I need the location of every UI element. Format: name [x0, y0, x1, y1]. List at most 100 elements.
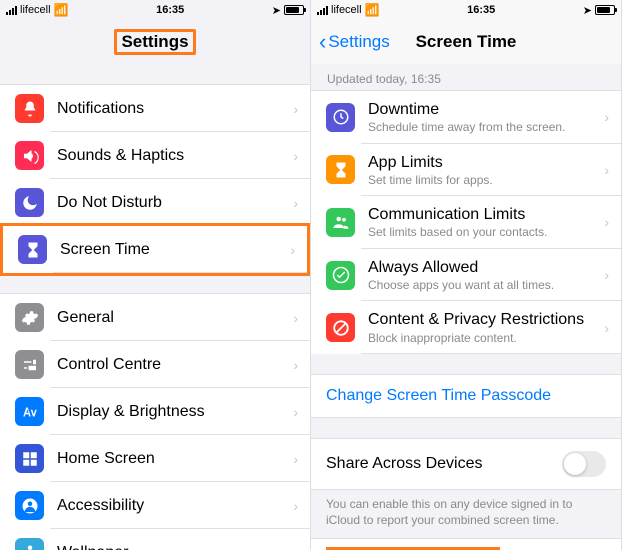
- turn-off-row[interactable]: Turn Off Screen Time: [311, 538, 621, 550]
- carrier-label: lifecell: [20, 4, 51, 16]
- grid-icon: [15, 444, 44, 473]
- chevron-right-icon: ›: [287, 498, 298, 514]
- change-passcode-button[interactable]: Change Screen Time Passcode: [311, 374, 621, 418]
- page-title: Screen Time: [416, 32, 517, 52]
- cell-title: Display & Brightness: [57, 402, 287, 421]
- signal-icon: [6, 6, 17, 15]
- hourglass-icon: [18, 235, 47, 264]
- carrier-label: lifecell: [331, 4, 362, 16]
- status-time: 16:35: [156, 4, 184, 16]
- flower-icon: [15, 538, 44, 550]
- cell-notifications[interactable]: Notifications ›: [0, 85, 310, 132]
- battery-icon: [595, 5, 615, 15]
- chevron-right-icon: ›: [287, 357, 298, 373]
- cell-title: General: [57, 308, 287, 327]
- cell-home-screen[interactable]: Home Screen ›: [0, 435, 310, 482]
- status-bar: lifecell 📶 16:35 ➤: [0, 0, 310, 20]
- cell-screen-time[interactable]: Screen Time ›: [3, 226, 307, 273]
- cell-title: Communication Limits: [368, 205, 598, 224]
- chevron-right-icon: ›: [287, 404, 298, 420]
- chevron-left-icon: ‹: [319, 29, 326, 55]
- cell-subtitle: Choose apps you want at all times.: [368, 278, 598, 292]
- chevron-right-icon: ›: [284, 242, 295, 258]
- check-icon: [326, 261, 355, 290]
- cell-subtitle: Schedule time away from the screen.: [368, 120, 598, 134]
- bell-icon: [15, 94, 44, 123]
- chevron-right-icon: ›: [287, 310, 298, 326]
- chevron-right-icon: ›: [287, 545, 298, 550]
- cell-subtitle: Set time limits for apps.: [368, 173, 598, 187]
- cell-title: Sounds & Haptics: [57, 146, 287, 165]
- nav-bar: Settings: [0, 20, 310, 64]
- battery-icon: [284, 5, 304, 15]
- cell-app-limits[interactable]: App Limits Set time limits for apps. ›: [311, 144, 621, 197]
- wifi-icon: 📶: [365, 3, 380, 17]
- status-time: 16:35: [467, 4, 495, 16]
- cell-title: Do Not Disturb: [57, 193, 287, 212]
- aa-icon: [15, 397, 44, 426]
- screen-time-options: Downtime Schedule time away from the scr…: [311, 90, 621, 354]
- page-title-highlight: Settings: [114, 29, 195, 55]
- wifi-icon: 📶: [54, 3, 69, 17]
- hourglass-icon: [326, 155, 355, 184]
- updated-label: Updated today, 16:35: [311, 64, 621, 90]
- chevron-right-icon: ›: [598, 214, 609, 230]
- cell-communication-limits[interactable]: Communication Limits Set limits based on…: [311, 196, 621, 249]
- nav-bar: ‹ Settings Screen Time: [311, 20, 621, 64]
- settings-group-1: Notifications › Sounds & Haptics › Do No…: [0, 84, 310, 276]
- row-highlight: Screen Time ›: [0, 223, 310, 276]
- cell-title: Notifications: [57, 99, 287, 118]
- clock-icon: [326, 103, 355, 132]
- share-footnote: You can enable this on any device signed…: [311, 490, 621, 538]
- back-button[interactable]: ‹ Settings: [319, 20, 390, 64]
- cell-display-brightness[interactable]: Display & Brightness ›: [0, 388, 310, 435]
- cell-content-privacy-restrictions[interactable]: Content & Privacy Restrictions Block ina…: [311, 301, 621, 354]
- sliders-icon: [15, 350, 44, 379]
- status-bar: lifecell 📶 16:35 ➤: [311, 0, 621, 20]
- cell-title: Content & Privacy Restrictions: [368, 310, 598, 329]
- cell-title: Wallpaper: [57, 543, 287, 550]
- people-icon: [326, 208, 355, 237]
- settings-group-2: General › Control Centre › Display & Bri…: [0, 293, 310, 550]
- cell-title: Home Screen: [57, 449, 287, 468]
- share-label: Share Across Devices: [326, 455, 483, 473]
- cell-subtitle: Block inappropriate content.: [368, 331, 598, 345]
- cell-title: Always Allowed: [368, 258, 598, 277]
- chevron-right-icon: ›: [598, 267, 609, 283]
- person-icon: [15, 491, 44, 520]
- chevron-right-icon: ›: [287, 451, 298, 467]
- moon-icon: [15, 188, 44, 217]
- chevron-right-icon: ›: [598, 109, 609, 125]
- location-icon: ➤: [583, 4, 592, 17]
- chevron-right-icon: ›: [287, 195, 298, 211]
- cell-title: Screen Time: [60, 240, 284, 259]
- cell-sounds-haptics[interactable]: Sounds & Haptics ›: [0, 132, 310, 179]
- phone-settings: lifecell 📶 16:35 ➤ Settings Notification…: [0, 0, 311, 550]
- cell-control-centre[interactable]: Control Centre ›: [0, 341, 310, 388]
- gear-icon: [15, 303, 44, 332]
- cell-title: Downtime: [368, 100, 598, 119]
- cell-title: Accessibility: [57, 496, 287, 515]
- share-across-devices-row: Share Across Devices: [311, 438, 621, 490]
- page-title: Settings: [121, 32, 188, 51]
- speaker-icon: [15, 141, 44, 170]
- cell-accessibility[interactable]: Accessibility ›: [0, 482, 310, 529]
- cell-general[interactable]: General ›: [0, 294, 310, 341]
- cell-title: App Limits: [368, 153, 598, 172]
- chevron-right-icon: ›: [598, 320, 609, 336]
- chevron-right-icon: ›: [287, 148, 298, 164]
- chevron-right-icon: ›: [598, 162, 609, 178]
- cell-do-not-disturb[interactable]: Do Not Disturb ›: [0, 179, 310, 226]
- signal-icon: [317, 6, 328, 15]
- phone-screen-time: lifecell 📶 16:35 ➤ ‹ Settings Screen Tim…: [311, 0, 622, 550]
- nosign-icon: [326, 313, 355, 342]
- cell-downtime[interactable]: Downtime Schedule time away from the scr…: [311, 91, 621, 144]
- chevron-right-icon: ›: [287, 101, 298, 117]
- share-toggle[interactable]: [562, 451, 606, 477]
- cell-wallpaper[interactable]: Wallpaper ›: [0, 529, 310, 550]
- location-icon: ➤: [272, 4, 281, 17]
- back-label: Settings: [328, 32, 389, 52]
- cell-title: Control Centre: [57, 355, 287, 374]
- cell-always-allowed[interactable]: Always Allowed Choose apps you want at a…: [311, 249, 621, 302]
- cell-subtitle: Set limits based on your contacts.: [368, 225, 598, 239]
